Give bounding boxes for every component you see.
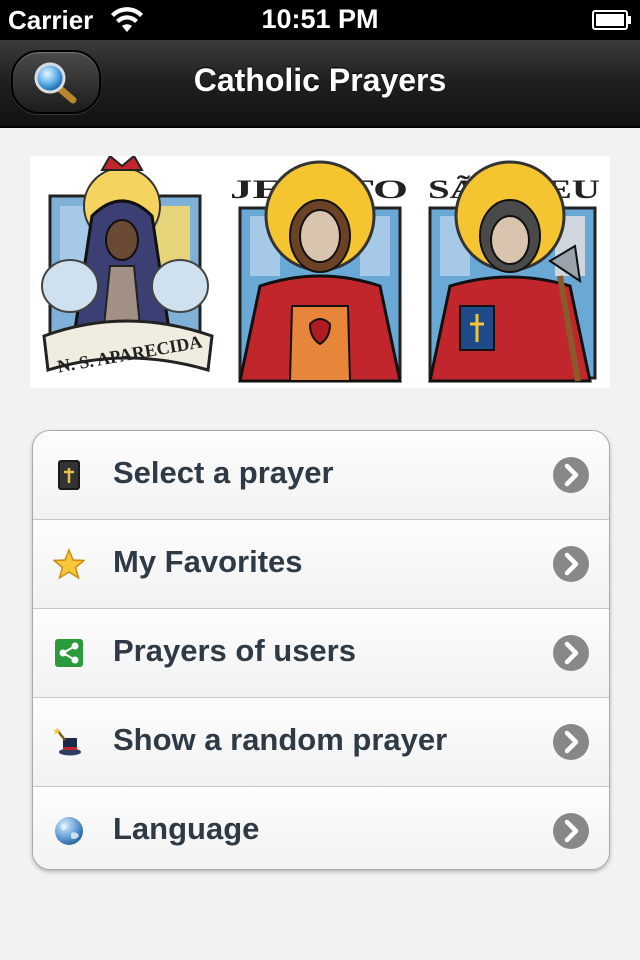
status-bar: Carrier 10:51 PM — [0, 0, 640, 40]
chevron-right-icon — [553, 635, 589, 671]
nav-bar: Catholic Prayers — [0, 40, 640, 128]
magic-hat-icon — [53, 727, 81, 756]
battery-icon — [592, 10, 631, 30]
bible-icon — [58, 460, 80, 490]
chevron-right-icon — [553, 724, 589, 760]
star-icon — [53, 548, 85, 580]
menu-item-label: Prayers of users — [113, 633, 356, 668]
globe-icon — [55, 817, 83, 845]
main-menu: Select a prayer My Favorites Prayers of … — [32, 430, 610, 870]
menu-item-select-prayer[interactable]: Select a prayer — [33, 431, 609, 520]
menu-item-user-prayers[interactable]: Prayers of users — [33, 609, 609, 698]
chevron-right-icon — [553, 457, 589, 493]
jesus-panel: JES STO — [230, 160, 408, 383]
saint-panel: SÃO DEU — [428, 160, 600, 383]
menu-item-label: Select a prayer — [113, 455, 334, 490]
menu-item-random-prayer[interactable]: Show a random prayer — [33, 698, 609, 787]
menu-item-label: My Favorites — [113, 544, 303, 579]
share-icon — [55, 639, 83, 667]
header-banner-image: N. S. APARECIDA JES STO SÃO DEU — [30, 154, 610, 388]
clock: 10:51 PM — [261, 4, 379, 34]
menu-item-label: Language — [113, 811, 260, 846]
menu-item-favorites[interactable]: My Favorites — [33, 520, 609, 609]
menu-item-label: Show a random prayer — [113, 722, 448, 757]
chevron-right-icon — [553, 546, 589, 582]
chevron-right-icon — [553, 813, 589, 849]
aparecida-panel: N. S. APARECIDA — [41, 154, 214, 377]
menu-item-language[interactable]: Language — [33, 787, 609, 869]
page-title: Catholic Prayers — [193, 62, 447, 98]
